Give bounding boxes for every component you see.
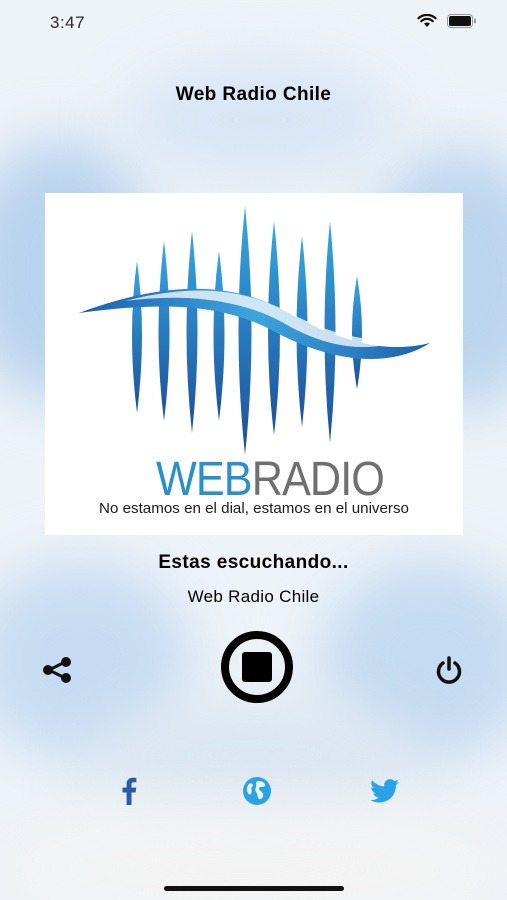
logo-bar	[352, 276, 362, 389]
home-indicator[interactable]	[164, 886, 344, 891]
now-playing-label: Estas escuchando...	[158, 552, 349, 573]
share-icon	[43, 657, 71, 683]
logo-brand-web: WEB	[156, 452, 252, 506]
stop-button[interactable]	[220, 630, 294, 704]
stop-icon	[221, 631, 293, 703]
logo-bar	[238, 206, 252, 455]
station-name: Web Radio Chile	[187, 587, 320, 606]
power-icon	[436, 656, 462, 684]
power-button[interactable]	[430, 652, 468, 688]
facebook-button[interactable]	[114, 774, 144, 808]
wifi-icon	[417, 14, 437, 27]
svg-text:WEBRADIO: WEBRADIO	[156, 452, 384, 506]
logo-bar	[132, 261, 142, 413]
share-button[interactable]	[38, 653, 76, 687]
globe-icon	[243, 777, 271, 805]
logo-bar	[158, 241, 170, 421]
logo-bar	[213, 251, 225, 421]
battery-icon	[447, 14, 476, 28]
logo-bar	[186, 231, 198, 433]
twitter-button[interactable]	[368, 776, 402, 806]
logo-tagline: No estamos en el dial, estamos en el uni…	[99, 501, 409, 517]
twitter-icon	[370, 779, 399, 803]
status-time: 3:47	[50, 13, 86, 32]
facebook-icon	[122, 777, 137, 805]
station-logo: WEBRADIO No estamos en el dial, estamos …	[45, 193, 463, 535]
logo-brand-radio: RADIO	[252, 452, 384, 506]
status-bar: 3:47	[0, 0, 507, 44]
app-title: Web Radio Chile	[175, 84, 332, 105]
website-button[interactable]	[240, 774, 274, 808]
